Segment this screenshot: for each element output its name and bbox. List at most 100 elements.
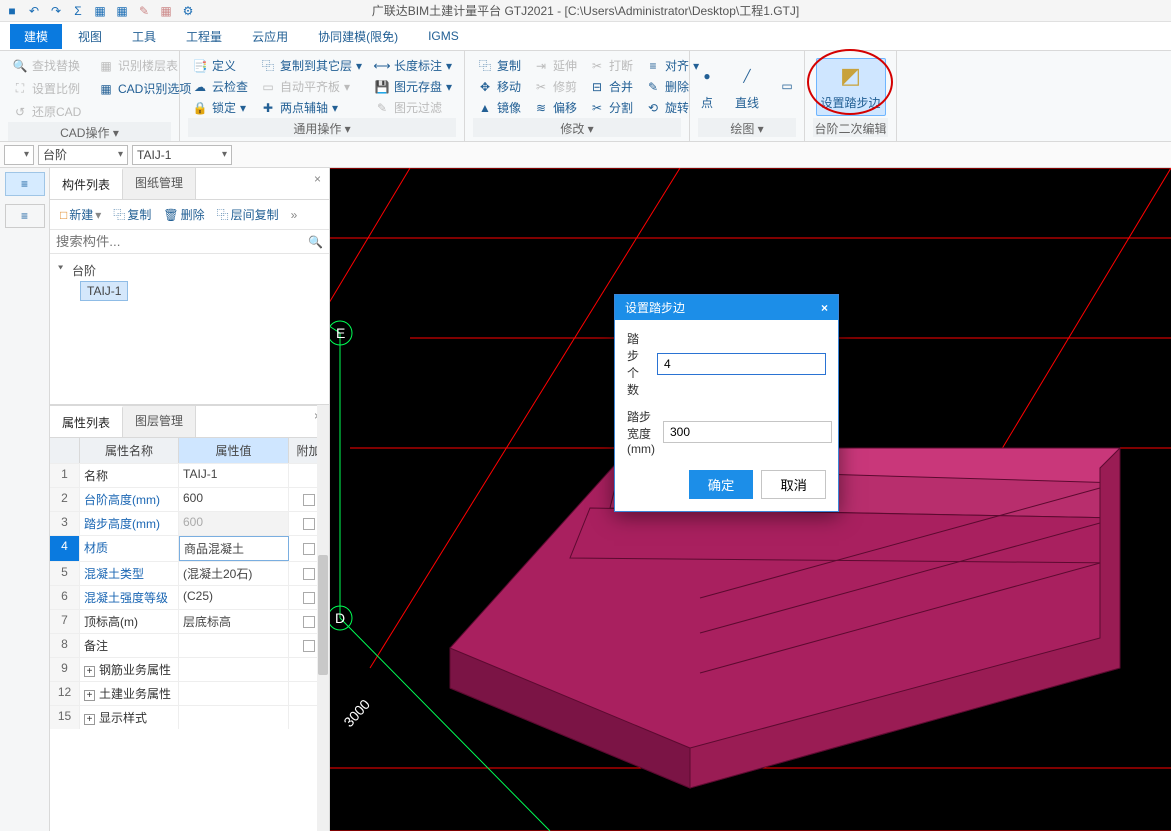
settings-icon[interactable]: ⚙: [180, 3, 196, 19]
two-point-axis-button[interactable]: ✚两点辅轴 ▾: [256, 97, 366, 118]
save-icon[interactable]: ■: [4, 3, 20, 19]
scale-button[interactable]: ⛶设置比例: [8, 78, 84, 99]
dimension-button[interactable]: ⟷长度标注 ▾: [370, 55, 456, 76]
floor-copy-button[interactable]: ⿻层间复制: [213, 204, 283, 225]
dialog-close-icon[interactable]: ×: [821, 301, 828, 315]
menu-tab-view[interactable]: 视图: [64, 24, 116, 49]
set-step-edge-button[interactable]: ◩ 设置踏步边: [816, 58, 886, 116]
category-unused-dropdown[interactable]: ▾: [4, 145, 34, 165]
prop-scrollbar[interactable]: [317, 405, 329, 831]
prop-row[interactable]: 2台阶高度(mm)600: [50, 487, 329, 511]
prop-value[interactable]: [179, 658, 289, 681]
prop-value[interactable]: [179, 634, 289, 657]
prop-value[interactable]: 层底标高: [179, 610, 289, 633]
point-button[interactable]: ●点: [689, 58, 725, 115]
rail-button-2[interactable]: ≡: [5, 204, 45, 228]
prop-row[interactable]: 5混凝土类型(混凝土20石): [50, 561, 329, 585]
prop-row[interactable]: 7顶标高(m)层底标高: [50, 609, 329, 633]
prop-row[interactable]: 4材质商品混凝土: [50, 535, 329, 561]
dialog-titlebar[interactable]: 设置踏步边 ×: [615, 295, 838, 320]
tab-drawing-manage[interactable]: 图纸管理: [123, 168, 196, 199]
sum-icon[interactable]: Σ: [70, 3, 86, 19]
menu-tab-collab[interactable]: 协同建模(限免): [304, 24, 412, 49]
filter-button[interactable]: ✎图元过滤: [370, 97, 456, 118]
table2-icon[interactable]: ▦: [114, 3, 130, 19]
checkbox[interactable]: [303, 640, 315, 652]
prop-value[interactable]: (C25): [179, 586, 289, 609]
tab-layers[interactable]: 图层管理: [123, 406, 196, 437]
copy-floor-button[interactable]: ⿻复制到其它层 ▾: [256, 55, 366, 76]
prop-value[interactable]: 商品混凝土: [179, 536, 289, 561]
delete-comp-button[interactable]: 🗑删除: [159, 204, 208, 225]
prop-row[interactable]: 15+显示样式: [50, 705, 329, 729]
panel-close-icon[interactable]: ×: [308, 170, 327, 188]
tab-properties[interactable]: 属性列表: [50, 406, 123, 437]
checkbox[interactable]: [303, 494, 315, 506]
cancel-button[interactable]: 取消: [761, 470, 826, 499]
split-button[interactable]: ✂分割: [585, 97, 637, 118]
3d-viewport[interactable]: E D 3000 设置踏步边 ×: [330, 168, 1171, 831]
floor-table-button[interactable]: ▦识别楼层表: [94, 55, 182, 76]
prop-row[interactable]: 3踏步高度(mm)600: [50, 511, 329, 535]
prop-value[interactable]: [179, 706, 289, 729]
move-button[interactable]: ✥移动: [473, 76, 525, 97]
tab-component-list[interactable]: 构件列表: [50, 168, 123, 199]
save-element-button[interactable]: 💾图元存盘 ▾: [370, 76, 456, 97]
find-replace-button[interactable]: 🔍查找替换: [8, 55, 84, 76]
component-dropdown[interactable]: TAIJ-1▾: [132, 145, 232, 165]
copy-button[interactable]: ⿻复制: [473, 55, 525, 76]
prop-row[interactable]: 8备注: [50, 633, 329, 657]
prop-value[interactable]: 600: [179, 488, 289, 511]
new-button[interactable]: □新建▾: [56, 204, 105, 225]
step-count-input[interactable]: [657, 353, 826, 375]
checkbox[interactable]: [303, 568, 315, 580]
restore-cad-button[interactable]: ↺还原CAD: [8, 101, 171, 122]
prop-value[interactable]: TAIJ-1: [179, 464, 289, 487]
define-button[interactable]: 📑定义: [188, 55, 252, 76]
undo-icon[interactable]: ↶: [26, 3, 42, 19]
scroll-thumb[interactable]: [318, 555, 328, 675]
cloud-check-button[interactable]: ☁云检查: [188, 76, 252, 97]
menu-tab-tools[interactable]: 工具: [118, 24, 170, 49]
mirror-button[interactable]: ▲镜像: [473, 97, 525, 118]
extend-button[interactable]: ⇥延伸: [529, 55, 581, 76]
prop-row[interactable]: 1名称TAIJ-1: [50, 463, 329, 487]
search-icon: 🔍: [12, 58, 28, 74]
checkbox[interactable]: [303, 543, 315, 555]
copy-comp-button[interactable]: ⿻复制: [109, 204, 155, 225]
prop-value[interactable]: (混凝土20石): [179, 562, 289, 585]
pencil-icon[interactable]: ✎: [136, 3, 152, 19]
prop-value[interactable]: 600: [179, 512, 289, 535]
category-dropdown[interactable]: 台阶▾: [38, 145, 128, 165]
prop-row[interactable]: 12+土建业务属性: [50, 681, 329, 705]
toolbar-overflow[interactable]: »: [287, 208, 302, 222]
grid-icon[interactable]: ▦: [158, 3, 174, 19]
menu-tab-cloud[interactable]: 云应用: [238, 24, 302, 49]
lock-button[interactable]: 🔒锁定 ▾: [188, 97, 252, 118]
checkbox[interactable]: [303, 592, 315, 604]
tree-root[interactable]: 台阶: [58, 260, 321, 281]
prop-value[interactable]: [179, 682, 289, 705]
tree-item-selected[interactable]: TAIJ-1: [80, 281, 128, 301]
step-width-input[interactable]: [663, 421, 832, 443]
checkbox[interactable]: [303, 518, 315, 530]
table-icon[interactable]: ▦: [92, 3, 108, 19]
menu-tab-model[interactable]: 建模: [10, 24, 62, 49]
merge-button[interactable]: ⊟合并: [585, 76, 637, 97]
component-search[interactable]: 🔍: [50, 230, 329, 254]
menu-tab-quantity[interactable]: 工程量: [172, 24, 236, 49]
line-button[interactable]: ╱直线: [729, 58, 765, 115]
rail-button-1[interactable]: ≡: [5, 172, 45, 196]
ok-button[interactable]: 确定: [689, 470, 754, 499]
rect-button[interactable]: ▭: [769, 68, 805, 104]
break-button[interactable]: ✂打断: [585, 55, 637, 76]
checkbox[interactable]: [303, 616, 315, 628]
menu-tab-igms[interactable]: IGMS: [414, 25, 473, 47]
redo-icon[interactable]: ↷: [48, 3, 64, 19]
auto-level-button[interactable]: ▭自动平齐板 ▾: [256, 76, 366, 97]
offset-button[interactable]: ≋偏移: [529, 97, 581, 118]
prop-row[interactable]: 6混凝土强度等级(C25): [50, 585, 329, 609]
search-input[interactable]: [56, 234, 308, 249]
trim-button[interactable]: ✂修剪: [529, 76, 581, 97]
prop-row[interactable]: 9+钢筋业务属性: [50, 657, 329, 681]
